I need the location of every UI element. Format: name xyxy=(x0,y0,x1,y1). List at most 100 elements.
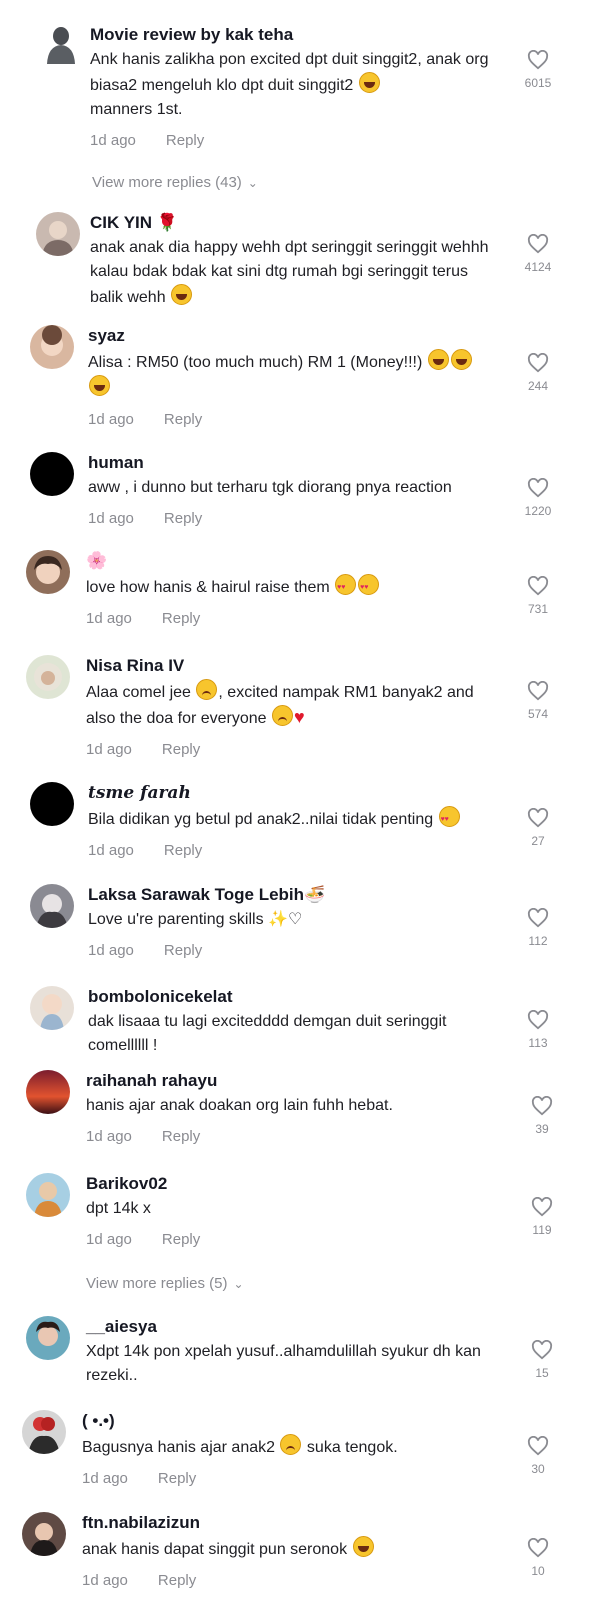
username[interactable]: Nisa Rina IV xyxy=(86,655,504,677)
avatar[interactable] xyxy=(30,986,74,1030)
like-count: 112 xyxy=(528,934,548,948)
avatar[interactable] xyxy=(30,452,74,496)
username[interactable]: raihanah rahayu xyxy=(86,1070,504,1092)
like-button[interactable]: 10 xyxy=(518,1538,558,1578)
sad-face-emoji-icon xyxy=(280,1434,302,1455)
like-button[interactable]: 731 xyxy=(518,576,558,616)
username[interactable]: bombolonicekelat xyxy=(88,986,504,1008)
reply-button[interactable]: Reply xyxy=(162,1231,200,1248)
reply-button[interactable]: Reply xyxy=(164,510,202,527)
like-button[interactable]: 244 xyxy=(518,353,558,393)
avatar[interactable] xyxy=(30,884,74,928)
like-button[interactable]: 6015 xyxy=(518,50,558,90)
like-button[interactable]: 4124 xyxy=(518,234,558,274)
reply-button[interactable]: Reply xyxy=(162,1128,200,1145)
heart-outline-icon xyxy=(527,576,549,596)
heart-outline-icon xyxy=(527,808,549,828)
like-count: 731 xyxy=(527,602,549,616)
username[interactable]: human xyxy=(88,452,504,474)
heart-outline-icon xyxy=(527,681,549,701)
like-button[interactable]: 119 xyxy=(522,1197,562,1237)
username[interactable]: __aiesya xyxy=(86,1316,504,1338)
comment-meta: 1d ago Reply xyxy=(82,1572,504,1589)
rose-emoji-icon: 🌹 xyxy=(156,213,178,232)
smiling-hearts-emoji-icon xyxy=(438,806,460,832)
avatar[interactable] xyxy=(26,550,70,594)
reply-button[interactable]: Reply xyxy=(162,741,200,758)
like-button[interactable]: 113 xyxy=(518,1010,558,1050)
timestamp: 1d ago xyxy=(86,1128,132,1145)
red-heart-icon: ♥ xyxy=(294,707,305,727)
heart-outline-icon xyxy=(527,234,549,254)
reply-button[interactable]: Reply xyxy=(162,610,200,627)
laughing-emoji-icon xyxy=(352,1536,374,1557)
avatar[interactable] xyxy=(44,24,78,64)
noodle-bowl-emoji-icon: 🍜 xyxy=(304,885,326,904)
like-button[interactable]: 1220 xyxy=(518,478,558,518)
heart-outline-icon xyxy=(531,1197,553,1217)
laughing-emoji-icon xyxy=(358,72,380,93)
reply-button[interactable]: Reply xyxy=(166,132,204,149)
heart-outline-icon xyxy=(527,50,549,70)
avatar[interactable] xyxy=(30,325,74,369)
avatar[interactable] xyxy=(26,1316,70,1360)
avatar[interactable] xyxy=(26,1173,70,1217)
smiling-hearts-emoji-icon xyxy=(335,574,357,600)
laughing-emoji-icon xyxy=(171,284,193,305)
comment-text: dpt 14k x xyxy=(86,1200,151,1217)
username[interactable]: tsme farah xyxy=(88,782,504,804)
like-count: 119 xyxy=(532,1223,552,1237)
like-button[interactable]: 39 xyxy=(522,1096,562,1136)
username[interactable]: Barikov02 xyxy=(86,1173,504,1195)
comment-item: human aww , i dunno but terharu tgk dior… xyxy=(0,452,590,532)
comment-text: Alisa : RM50 (too much much) RM 1 (Money… xyxy=(88,349,504,401)
like-button[interactable]: 27 xyxy=(518,808,558,848)
avatar[interactable] xyxy=(30,782,74,826)
like-count: 27 xyxy=(531,834,545,848)
avatar[interactable] xyxy=(36,212,80,256)
comment-feed: Movie review by kak teha Ank hanis zalik… xyxy=(0,0,590,1605)
comment-text: aww , i dunno but terharu tgk diorang pn… xyxy=(88,479,452,496)
comment-text: Alaa comel jee , excited nampak RM1 bany… xyxy=(86,679,504,731)
reply-button[interactable]: Reply xyxy=(164,942,202,959)
comment-meta: 1d ago Reply xyxy=(86,1231,504,1248)
reply-button[interactable]: Reply xyxy=(164,842,202,859)
heart-outline-icon xyxy=(527,908,549,928)
username[interactable]: ftn.nabilazizun xyxy=(82,1512,504,1534)
timestamp: 1d ago xyxy=(82,1572,128,1589)
heart-outline-icon xyxy=(531,1096,553,1116)
like-button[interactable]: 112 xyxy=(518,908,558,948)
comment-item: CIK YIN 🌹 anak anak dia happy wehh dpt s… xyxy=(0,212,590,312)
laughing-emoji-icon xyxy=(427,349,449,370)
reply-button[interactable]: Reply xyxy=(158,1572,196,1589)
chevron-down-icon: ⌄ xyxy=(233,1277,244,1291)
view-more-replies-button[interactable]: View more replies (43) ⌄ xyxy=(92,174,258,191)
avatar[interactable] xyxy=(26,1070,70,1114)
username[interactable]: Movie review by kak teha xyxy=(90,24,504,46)
like-button[interactable]: 15 xyxy=(522,1340,562,1380)
comment-meta: 1d ago Reply xyxy=(86,741,504,758)
timestamp: 1d ago xyxy=(88,510,134,527)
like-count: 6015 xyxy=(524,76,552,90)
avatar[interactable] xyxy=(26,655,70,699)
comment-item: tsme farah Bila didikan yg betul pd anak… xyxy=(0,782,590,862)
heart-outline-icon xyxy=(527,1010,549,1030)
reply-button[interactable]: Reply xyxy=(158,1470,196,1487)
chevron-down-icon: ⌄ xyxy=(247,176,258,190)
username[interactable]: ( •.•) xyxy=(82,1410,504,1432)
username[interactable]: Laksa Sarawak Toge Lebih🍜 xyxy=(88,884,504,906)
like-button[interactable]: 574 xyxy=(518,681,558,721)
avatar[interactable] xyxy=(22,1410,66,1454)
username[interactable]: syaz xyxy=(88,325,504,347)
like-button[interactable]: 30 xyxy=(518,1436,558,1476)
comment-item: syaz Alisa : RM50 (too much much) RM 1 (… xyxy=(0,325,590,428)
reply-button[interactable]: Reply xyxy=(164,411,202,428)
username[interactable]: 🌸 xyxy=(86,550,504,572)
heart-outline-icon xyxy=(527,478,549,498)
comment-text: Bila didikan yg betul pd anak2..nilai ti… xyxy=(88,806,504,832)
avatar[interactable] xyxy=(22,1512,66,1556)
timestamp: 1d ago xyxy=(86,610,132,627)
username[interactable]: CIK YIN 🌹 xyxy=(90,212,504,234)
timestamp: 1d ago xyxy=(86,1231,132,1248)
view-more-replies-button[interactable]: View more replies (5) ⌄ xyxy=(86,1275,244,1292)
